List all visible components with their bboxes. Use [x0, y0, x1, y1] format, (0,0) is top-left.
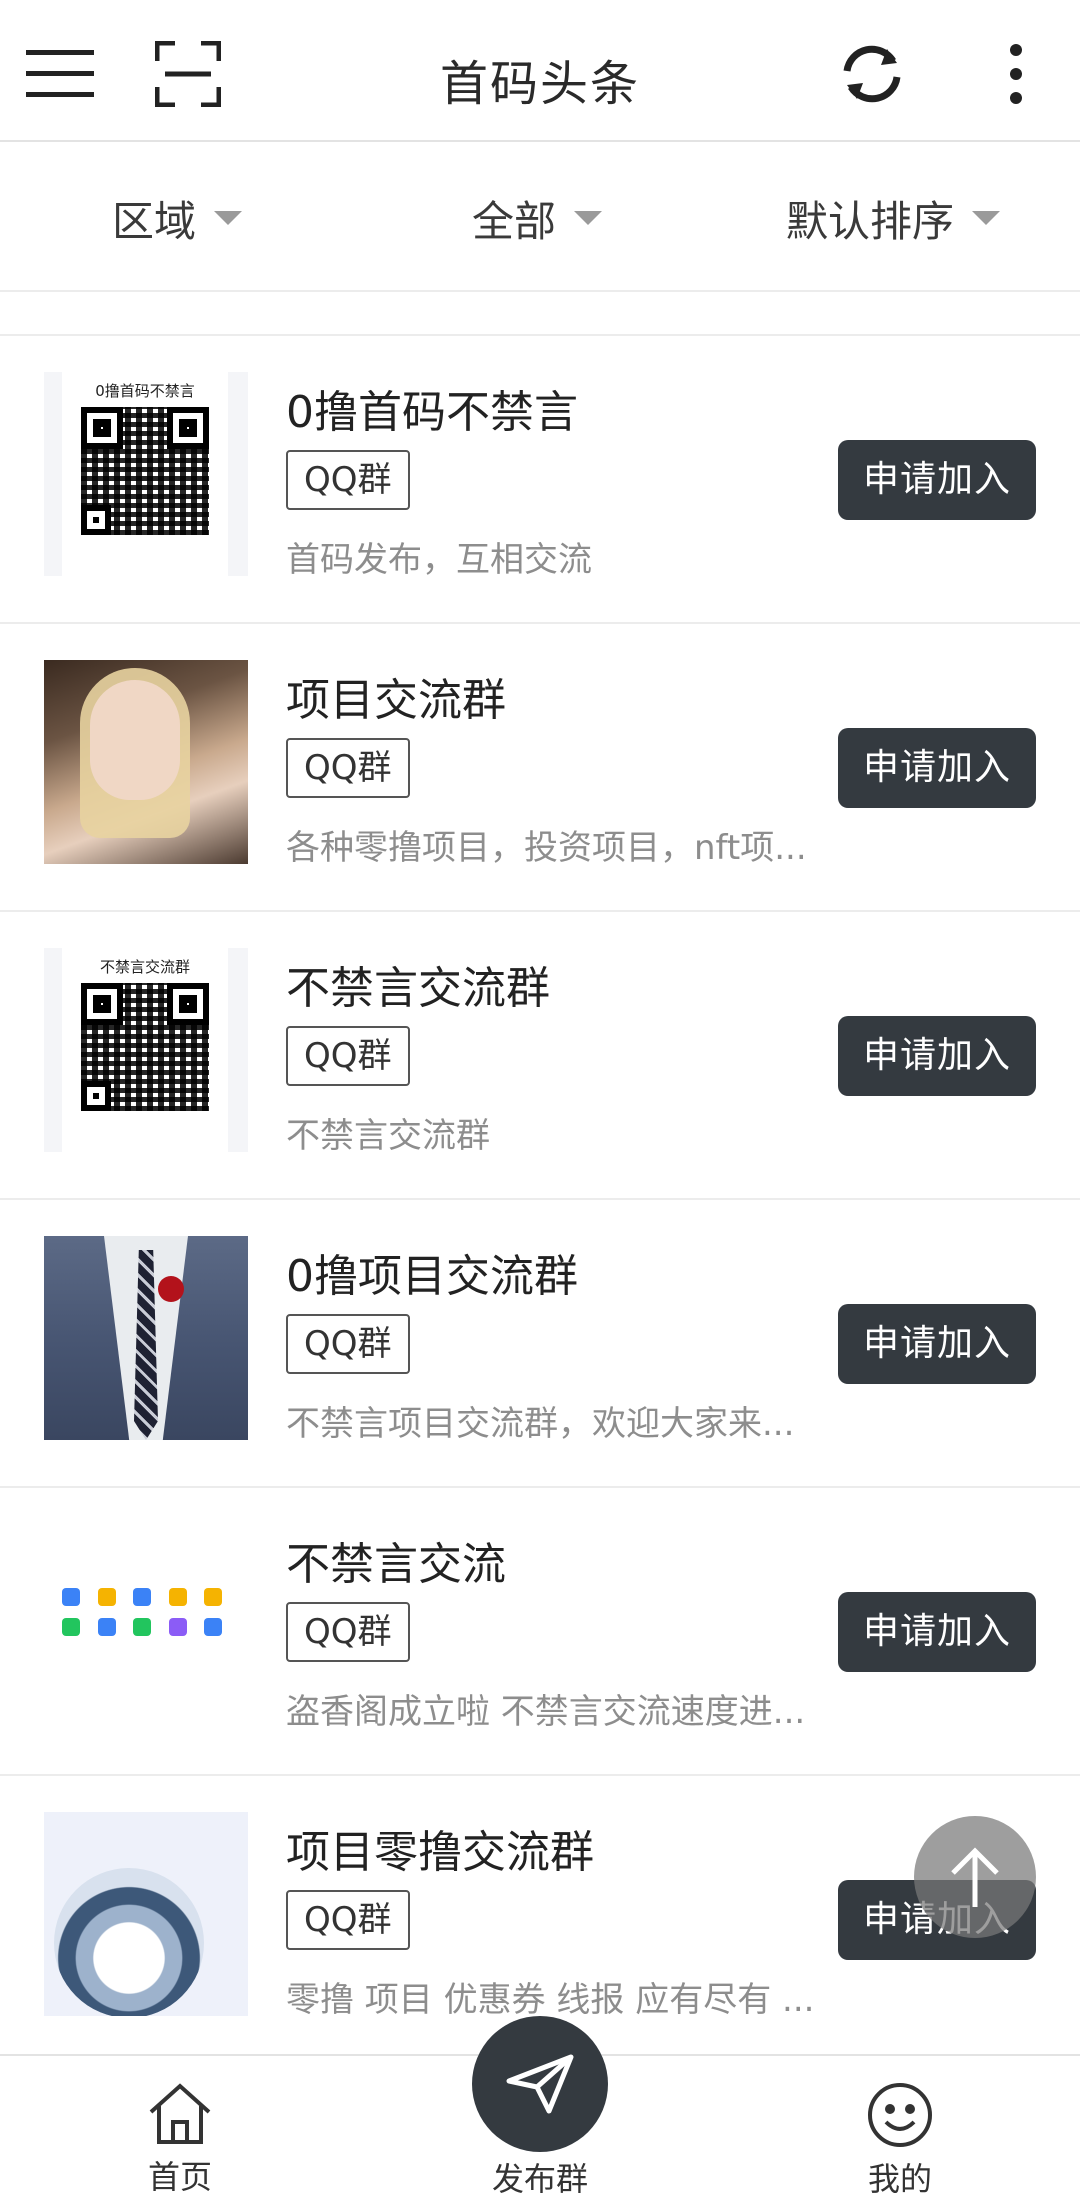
- group-thumbnail-photo: [44, 1236, 248, 1440]
- group-title: 0撸首码不禁言: [286, 387, 578, 438]
- filter-label: 区域: [112, 196, 197, 246]
- qr-code-icon: [81, 407, 209, 535]
- filter-label: 全部: [472, 196, 557, 246]
- list-item[interactable]: 不禁言交流 QQ群 盗香阁成立啦 不禁言交流速度进... 申请加入: [0, 1488, 1080, 1776]
- group-thumbnail-photo: [44, 660, 248, 864]
- nav-home-label: 首页: [147, 2158, 212, 2196]
- nav-me-label: 我的: [867, 2160, 932, 2198]
- qr-code-icon: [81, 983, 209, 1111]
- filter-sort-dropdown[interactable]: 默认排序: [786, 186, 1001, 250]
- qr-card-title: 0撸首码不禁言: [95, 382, 195, 400]
- group-thumbnail-screenshot: [44, 1524, 248, 1728]
- scroll-top-button[interactable]: [914, 1816, 1036, 1938]
- join-button[interactable]: 申请加入: [838, 728, 1036, 808]
- group-thumbnail-qr: 不禁言交流群: [44, 948, 248, 1152]
- join-button[interactable]: 申请加入: [838, 1592, 1036, 1672]
- join-button[interactable]: 申请加入: [838, 1016, 1036, 1096]
- group-description: 首码发布，互相交流: [286, 540, 592, 580]
- home-icon: [149, 2083, 211, 2144]
- filter-label: 默认排序: [786, 196, 955, 246]
- list-item[interactable]: 0撸项目交流群 QQ群 不禁言项目交流群，欢迎大家来... 申请加入: [0, 1200, 1080, 1488]
- refresh-icon[interactable]: [830, 36, 914, 112]
- join-button[interactable]: 申请加入: [838, 1304, 1036, 1384]
- caret-down-icon: [574, 211, 603, 225]
- nav-me[interactable]: 我的: [800, 2056, 1000, 2204]
- menu-icon[interactable]: [22, 36, 98, 112]
- send-icon: [506, 2054, 574, 2114]
- group-description: 不禁言项目交流群，欢迎大家来...: [286, 1404, 795, 1444]
- join-button[interactable]: 申请加入: [838, 440, 1036, 520]
- arrow-up-icon: [951, 1847, 999, 1907]
- group-type-badge: QQ群: [286, 450, 410, 510]
- group-title: 项目交流群: [286, 675, 506, 726]
- group-type-badge: QQ群: [286, 738, 410, 798]
- group-description: 各种零撸项目，投资项目，nft项...: [286, 828, 807, 868]
- filter-category-dropdown[interactable]: 全部: [472, 186, 603, 250]
- publish-group-button[interactable]: [472, 2016, 608, 2152]
- nav-home[interactable]: 首页: [80, 2056, 280, 2204]
- group-type-badge: QQ群: [286, 1026, 410, 1086]
- group-type-badge: QQ群: [286, 1602, 410, 1662]
- nav-publish-label: 发布群: [491, 2160, 588, 2198]
- group-description: 盗香阁成立啦 不禁言交流速度进...: [286, 1692, 806, 1732]
- caret-down-icon: [214, 211, 243, 225]
- group-thumbnail-photo: [44, 1812, 248, 2016]
- list-item[interactable]: 0撸首码不禁言 0撸首码不禁言 QQ群 首码发布，互相交流 申请加入: [0, 336, 1080, 624]
- filter-bar: 区域 全部 默认排序: [0, 144, 1080, 292]
- group-type-badge: QQ群: [286, 1314, 410, 1374]
- list-item[interactable]: 项目交流群 QQ群 各种零撸项目，投资项目，nft项... 申请加入: [0, 624, 1080, 912]
- app-screen: 首码头条 区域 全部 默认排序 0撸首码不禁言 0撸首码不禁言 QQ群 首码发布…: [0, 0, 1080, 2204]
- filter-region-dropdown[interactable]: 区域: [112, 186, 243, 250]
- group-title: 不禁言交流: [286, 1539, 506, 1590]
- group-description: 零撸 项目 优惠券 线报 应有尽有 ...: [286, 1980, 815, 2020]
- group-type-badge: QQ群: [286, 1890, 410, 1950]
- top-bar: 首码头条: [0, 0, 1080, 142]
- qr-card-title: 不禁言交流群: [99, 958, 190, 976]
- group-thumbnail-qr: 0撸首码不禁言: [44, 372, 248, 576]
- group-description: 不禁言交流群: [286, 1116, 490, 1156]
- caret-down-icon: [972, 211, 1001, 225]
- list-top-divider: [0, 292, 1080, 336]
- list-item[interactable]: 不禁言交流群 不禁言交流群 QQ群 不禁言交流群 申请加入: [0, 912, 1080, 1200]
- group-title: 0撸项目交流群: [286, 1251, 578, 1302]
- scan-icon[interactable]: [150, 36, 226, 112]
- group-title: 不禁言交流群: [286, 963, 550, 1014]
- group-list: 0撸首码不禁言 0撸首码不禁言 QQ群 首码发布，互相交流 申请加入 项目交流群…: [0, 336, 1080, 2064]
- group-title: 项目零撸交流群: [286, 1827, 594, 1878]
- smiley-icon: [868, 2083, 932, 2147]
- more-vertical-icon[interactable]: [986, 36, 1046, 112]
- page-title: 首码头条: [439, 56, 640, 112]
